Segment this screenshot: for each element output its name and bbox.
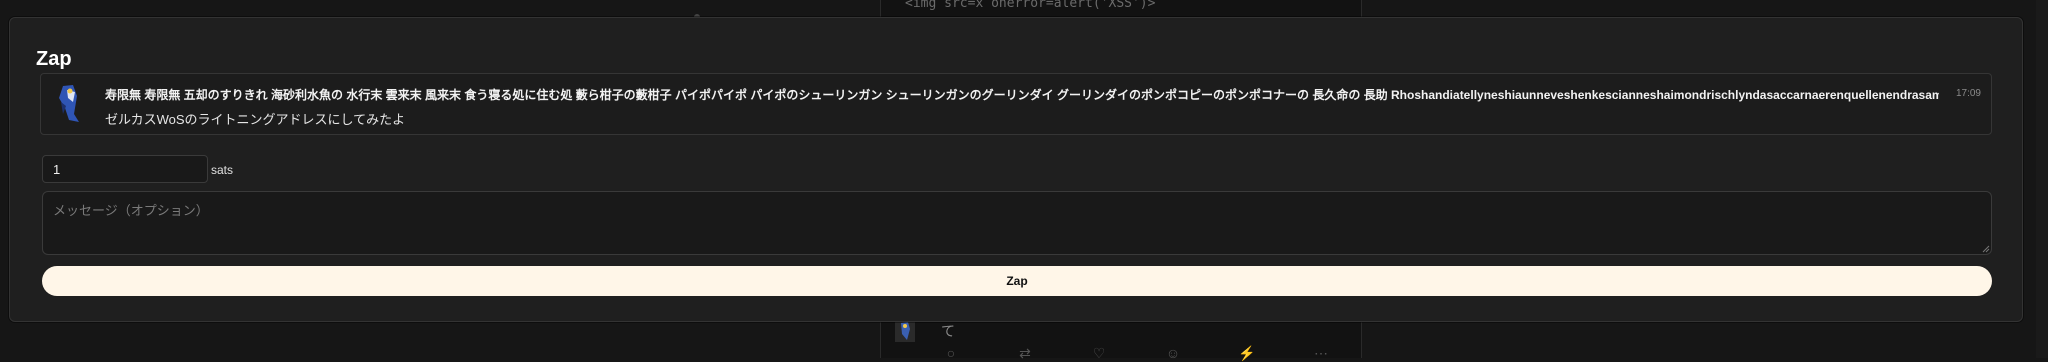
zap-message-input[interactable]: [42, 191, 1992, 255]
background-avatar: [895, 320, 915, 342]
note-content: ゼルカスWoSのライトニングアドレスにしてみたよ: [105, 112, 406, 127]
more-icon[interactable]: ⋯: [1311, 345, 1331, 361]
background-post-actions: ○ ⇄ ♡ ☺ ⚡ ⋯: [941, 345, 1331, 361]
zap-icon[interactable]: ⚡: [1237, 345, 1257, 361]
note-timestamp: 17:09: [1955, 88, 1981, 99]
modal-title: Zap: [36, 48, 72, 70]
amount-unit-label: sats: [211, 163, 234, 177]
reply-icon[interactable]: ○: [941, 345, 961, 361]
page-scrollbar[interactable]: [2036, 0, 2048, 358]
resize-grip-icon[interactable]: [1980, 243, 1990, 253]
background-post-snippet: <img src=x onerror=alert('XSS')>: [905, 0, 1156, 11]
like-icon[interactable]: ♡: [1089, 345, 1109, 361]
zap-submit-button[interactable]: Zap: [42, 266, 1992, 296]
note-author-name: 寿限無 寿限無 五却のすりきれ 海砂利水魚の 水行末 雲来末 風来末 食う寝る処…: [105, 88, 1939, 102]
note-preview-card: 寿限無 寿限無 五却のすりきれ 海砂利水魚の 水行末 雲来末 風来末 食う寝る処…: [40, 73, 1992, 135]
background-post-text: て: [941, 323, 955, 339]
author-avatar[interactable]: [55, 84, 83, 124]
repost-icon[interactable]: ⇄: [1015, 345, 1035, 361]
emoji-icon[interactable]: ☺: [1163, 345, 1183, 361]
zap-amount-input[interactable]: [42, 155, 208, 183]
